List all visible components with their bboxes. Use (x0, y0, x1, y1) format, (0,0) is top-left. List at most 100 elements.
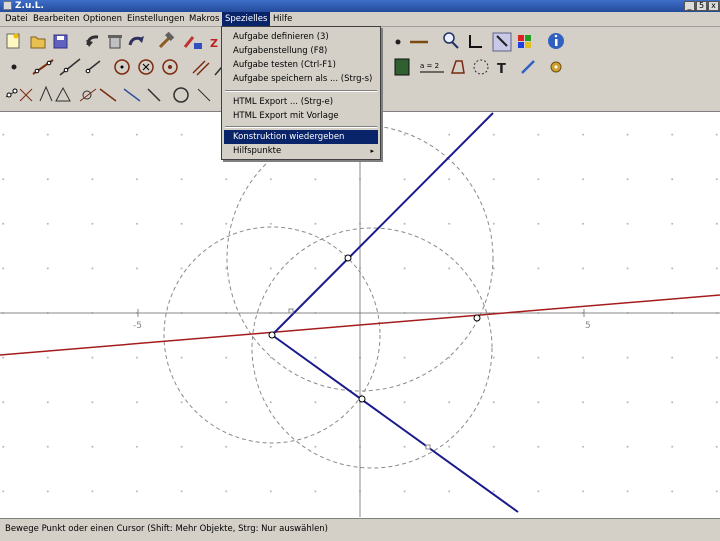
menu-bar: Datei Bearbeiten Optionen Einstellungen … (0, 12, 720, 27)
open-folder-icon[interactable] (30, 36, 46, 49)
zoom-icon[interactable] (443, 32, 459, 49)
menu-macros[interactable]: Makros (186, 12, 222, 26)
svg-text:Z: Z (210, 37, 218, 50)
hammer-icon[interactable] (158, 31, 175, 49)
trace-icon[interactable] (147, 88, 161, 102)
construction-circle-3[interactable] (251, 227, 493, 469)
grid-dot (91, 401, 94, 404)
title-bar: Z.u.L. _ 5 x (0, 0, 720, 12)
point-upper[interactable] (344, 254, 352, 262)
circle-icon[interactable] (114, 59, 130, 75)
menu-define-task[interactable]: Aufgabe definieren (3) (224, 30, 378, 44)
text-tool-icon[interactable]: T (497, 62, 506, 77)
grid-dot (671, 133, 674, 136)
zoom-font-icon[interactable]: Z (210, 37, 218, 50)
menu-settings[interactable]: Einstellungen (124, 12, 188, 26)
grid-dot (2, 356, 5, 359)
color-grid-icon[interactable] (518, 35, 531, 48)
point-lower[interactable] (358, 395, 366, 403)
new-file-icon[interactable] (6, 33, 20, 49)
grid-dot (314, 401, 317, 404)
grid-dot (136, 222, 138, 225)
menu-edit[interactable]: Bearbeiten (30, 12, 83, 26)
grid-dot (403, 222, 406, 225)
menu-test-task[interactable]: Aufgabe testen (Ctrl-F1) (224, 58, 378, 72)
ray-lower[interactable] (271, 334, 519, 513)
quadrilateral-icon[interactable] (450, 60, 465, 74)
midpoint-icon[interactable] (5, 88, 18, 98)
minimize-button[interactable]: _ (684, 1, 695, 11)
grid-dot (180, 133, 183, 136)
circle-outline-icon[interactable] (173, 87, 189, 103)
svg-text:a = 2: a = 2 (420, 62, 439, 70)
aux-point-2[interactable] (425, 444, 431, 450)
aux-point-1[interactable] (288, 308, 294, 314)
rotate-icon[interactable] (123, 88, 141, 102)
grid-dot (314, 178, 317, 181)
vertex-point[interactable] (268, 331, 276, 339)
close-button[interactable]: x (708, 1, 719, 11)
app-icon (3, 1, 12, 10)
point-intersection-red[interactable] (473, 314, 481, 322)
line-cross-icon[interactable] (197, 88, 211, 102)
parallel-icon[interactable] (192, 60, 210, 76)
angle-icon[interactable] (39, 85, 53, 102)
grid-dot (46, 401, 49, 404)
grid-dot (46, 222, 49, 225)
intersection-icon[interactable] (19, 88, 33, 102)
grid-dot (492, 178, 495, 181)
menu-file[interactable]: Datei (2, 12, 31, 26)
maximize-button[interactable]: 5 (696, 1, 707, 11)
polygon-icon[interactable] (473, 59, 489, 75)
grid-dot (715, 401, 718, 404)
menu-options[interactable]: Optionen (80, 12, 125, 26)
menu-save-task-as[interactable]: Aufgabe speichern als ... (Strg-s) (224, 72, 378, 86)
menu-special[interactable]: Spezielles (222, 12, 271, 26)
grid-dot (91, 133, 94, 136)
grid-dot (269, 178, 272, 181)
delete-icon[interactable] (108, 35, 122, 49)
paint-icon[interactable] (183, 36, 202, 49)
gear-icon[interactable] (550, 61, 562, 73)
menu-html-export-template[interactable]: HTML Export mit Vorlage (224, 109, 378, 123)
menu-html-export[interactable]: HTML Export ... (Strg-e) (224, 95, 378, 109)
edit-select-icon[interactable] (492, 32, 512, 52)
grid-dot (2, 133, 5, 136)
grid-dot (180, 490, 183, 493)
grid-dot (46, 133, 49, 136)
info-icon[interactable] (548, 33, 564, 49)
film-icon[interactable] (394, 58, 410, 76)
menu-helper-points[interactable]: Hilfspunkte ▸ (224, 144, 378, 158)
grid-dot (448, 267, 451, 270)
circle-three-points-icon[interactable] (138, 59, 154, 75)
grid-dot (136, 356, 138, 359)
menu-help[interactable]: Hilfe (270, 12, 295, 26)
menu-task-statement[interactable]: Aufgabenstellung (F8) (224, 44, 378, 58)
grid-dot (314, 356, 317, 359)
draw-point-icon[interactable] (11, 64, 17, 70)
triangle-icon[interactable] (55, 86, 71, 102)
line-icon[interactable] (59, 58, 81, 76)
grid-dot (46, 267, 49, 270)
grid-dot (180, 401, 183, 404)
coordinate-icon[interactable] (469, 35, 482, 48)
grid-dot (492, 133, 495, 136)
grid-dot (269, 445, 272, 448)
construction-canvas[interactable]: -5 5 (0, 112, 720, 517)
grid-dot (403, 490, 406, 493)
tangent-icon[interactable] (79, 88, 97, 102)
grid-dot (582, 356, 584, 359)
grid-dot (537, 222, 540, 225)
menu-replay-construction[interactable]: Konstruktion wiedergeben (224, 130, 378, 144)
grid-dot (715, 445, 718, 448)
pencil-icon[interactable] (521, 60, 535, 74)
point-tool-icon[interactable] (395, 39, 401, 45)
expression-icon[interactable]: a = 2 (420, 62, 444, 73)
reflect-icon[interactable] (99, 88, 117, 102)
redo-icon[interactable] (128, 36, 144, 46)
ray-icon[interactable] (85, 60, 101, 74)
save-icon[interactable] (53, 34, 68, 49)
fixed-circle-icon[interactable] (162, 59, 178, 75)
segment-icon[interactable] (32, 59, 54, 75)
undo-icon[interactable] (86, 35, 99, 47)
